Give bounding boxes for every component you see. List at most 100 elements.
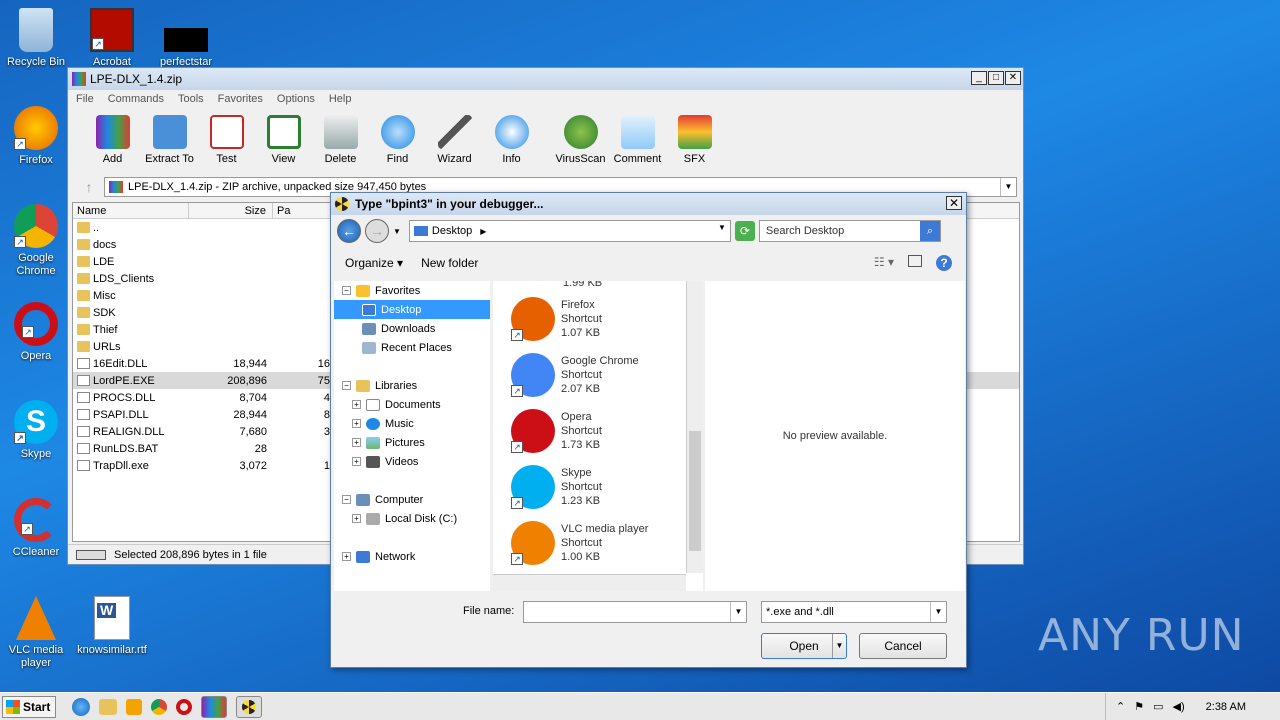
- menu-favorites[interactable]: Favorites: [218, 93, 263, 105]
- column-size[interactable]: Size: [189, 203, 273, 218]
- column-packed[interactable]: Pa: [273, 203, 333, 218]
- help-icon[interactable]: ?: [936, 255, 952, 271]
- toolbar-comment-button[interactable]: Comment: [609, 115, 666, 165]
- collapse-icon[interactable]: −: [342, 286, 351, 295]
- desktop-icon-chrome[interactable]: ↗ Google Chrome: [0, 204, 72, 278]
- network-tray-icon[interactable]: ▭: [1153, 700, 1163, 713]
- vertical-scrollbar[interactable]: [686, 281, 703, 573]
- chevron-down-icon[interactable]: ▼: [930, 602, 946, 622]
- nav-documents[interactable]: + Documents: [334, 395, 490, 414]
- nav-computer[interactable]: − Computer: [334, 490, 490, 509]
- recent-chevron-icon[interactable]: ▼: [393, 227, 401, 236]
- menu-file[interactable]: File: [76, 93, 94, 105]
- up-arrow-icon[interactable]: ↑: [74, 179, 104, 195]
- opera-taskbar-icon[interactable]: [176, 698, 192, 715]
- show-hidden-icons-icon[interactable]: ⌃: [1116, 700, 1125, 713]
- menu-options[interactable]: Options: [277, 93, 315, 105]
- preview-pane-icon[interactable]: [908, 255, 922, 267]
- toolbar-virusscan-button[interactable]: VirusScan: [552, 115, 609, 165]
- nav-videos[interactable]: + Videos: [334, 452, 490, 471]
- file-item[interactable]: ↗ Firefox Shortcut 1.07 KB: [493, 291, 703, 347]
- lordpe-taskbar-icon[interactable]: [236, 695, 262, 718]
- view-options-icon[interactable]: ☷ ▾: [874, 255, 894, 271]
- open-split-chevron-icon[interactable]: ▼: [832, 634, 846, 658]
- desktop-icon-perfectstar[interactable]: perfectstar: [150, 8, 222, 69]
- desktop-icon-recycle-bin[interactable]: Recycle Bin: [0, 8, 72, 69]
- file-item[interactable]: ↗ Opera Shortcut 1.73 KB: [493, 403, 703, 459]
- forward-button[interactable]: →: [365, 219, 389, 243]
- search-icon[interactable]: ⌕: [919, 221, 940, 241]
- toolbar-info-button[interactable]: Info: [483, 115, 540, 165]
- expand-icon[interactable]: +: [352, 400, 361, 409]
- open-button[interactable]: Open ▼: [761, 633, 847, 659]
- desktop-icon-ccleaner[interactable]: ↗ CCleaner: [0, 498, 72, 559]
- nav-recent-places[interactable]: Recent Places: [334, 338, 490, 357]
- nav-pictures[interactable]: + Pictures: [334, 433, 490, 452]
- volume-icon[interactable]: ◀): [1173, 700, 1185, 713]
- file-type-select[interactable]: *.exe and *.dll ▼: [761, 601, 947, 623]
- desktop-icon-skype[interactable]: S ↗ Skype: [0, 400, 72, 461]
- maximize-button[interactable]: □: [988, 71, 1004, 85]
- column-name[interactable]: Name: [73, 203, 189, 218]
- cancel-button[interactable]: Cancel: [859, 633, 947, 659]
- desktop-icon-knowsimilar[interactable]: W knowsimilar.rtf: [76, 596, 148, 657]
- toolbar-sfx-button[interactable]: SFX: [666, 115, 723, 165]
- nav-network[interactable]: + Network: [334, 547, 490, 566]
- winrar-taskbar-icon[interactable]: [201, 695, 227, 718]
- ie-taskbar-icon[interactable]: [72, 697, 90, 716]
- breadcrumb-chevron-icon[interactable]: ▶: [480, 227, 486, 236]
- new-folder-button[interactable]: New folder: [421, 256, 478, 270]
- chevron-down-icon[interactable]: ▼: [1000, 178, 1016, 196]
- file-name-input[interactable]: ▼: [523, 601, 747, 623]
- expand-icon[interactable]: +: [352, 514, 361, 523]
- explorer-taskbar-icon[interactable]: [99, 698, 117, 715]
- chrome-taskbar-icon[interactable]: [151, 698, 167, 715]
- menu-help[interactable]: Help: [329, 93, 352, 105]
- nav-downloads[interactable]: Downloads: [334, 319, 490, 338]
- close-button[interactable]: ✕: [1005, 71, 1021, 85]
- expand-icon[interactable]: +: [342, 552, 351, 561]
- desktop-icon-acrobat[interactable]: ↗ Acrobat: [76, 8, 148, 69]
- chevron-down-icon[interactable]: ▼: [718, 223, 726, 232]
- start-button[interactable]: Start: [2, 695, 56, 718]
- toolbar-add-button[interactable]: Add: [84, 115, 141, 165]
- toolbar-delete-button[interactable]: Delete: [312, 115, 369, 165]
- toolbar-test-button[interactable]: Test: [198, 115, 255, 165]
- collapse-icon[interactable]: −: [342, 495, 351, 504]
- desktop-icon-firefox[interactable]: ↗ Firefox: [0, 106, 72, 167]
- nav-libraries[interactable]: − Libraries: [334, 376, 490, 395]
- minimize-button[interactable]: _: [971, 71, 987, 85]
- media-player-taskbar-icon[interactable]: [126, 698, 142, 715]
- expand-icon[interactable]: +: [352, 457, 361, 466]
- expand-icon[interactable]: +: [352, 419, 361, 428]
- path-breadcrumb[interactable]: Desktop ▶ ▼: [408, 220, 731, 242]
- nav-local-disk[interactable]: + Local Disk (C:): [334, 509, 490, 528]
- menu-tools[interactable]: Tools: [178, 93, 204, 105]
- collapse-icon[interactable]: −: [342, 381, 351, 390]
- file-item[interactable]: ↗ VLC media player Shortcut 1.00 KB: [493, 515, 703, 571]
- winrar-titlebar[interactable]: LPE-DLX_1.4.zip _ □ ✕: [68, 68, 1023, 90]
- nav-music[interactable]: + Music: [334, 414, 490, 433]
- clock[interactable]: 2:38 AM: [1206, 701, 1246, 713]
- nav-favorites[interactable]: − Favorites: [334, 281, 490, 300]
- chevron-down-icon[interactable]: ▼: [730, 602, 746, 622]
- horizontal-scrollbar[interactable]: [493, 574, 686, 591]
- toolbar-find-button[interactable]: Find: [369, 115, 426, 165]
- desktop-icon-opera[interactable]: ↗ Opera: [0, 302, 72, 363]
- scroll-thumb[interactable]: [689, 431, 701, 551]
- toolbar-wizard-button[interactable]: Wizard: [426, 115, 483, 165]
- toolbar-extract-button[interactable]: Extract To: [141, 115, 198, 165]
- back-button[interactable]: ←: [337, 219, 361, 243]
- menu-commands[interactable]: Commands: [108, 93, 164, 105]
- dialog-titlebar[interactable]: Type "bpint3" in your debugger... ✕: [331, 193, 966, 215]
- dialog-close-button[interactable]: ✕: [946, 196, 962, 210]
- toolbar-view-button[interactable]: View: [255, 115, 312, 165]
- flag-icon[interactable]: ⚑: [1134, 700, 1144, 713]
- nav-desktop[interactable]: Desktop: [334, 300, 490, 319]
- expand-icon[interactable]: +: [352, 438, 361, 447]
- desktop-icon-vlc[interactable]: VLC media player: [0, 596, 72, 670]
- search-input[interactable]: Search Desktop ⌕: [758, 220, 941, 242]
- file-item[interactable]: ↗ Google Chrome Shortcut 2.07 KB: [493, 347, 703, 403]
- refresh-button[interactable]: ⟳: [734, 221, 755, 241]
- organize-button[interactable]: Organize ▾: [345, 256, 403, 270]
